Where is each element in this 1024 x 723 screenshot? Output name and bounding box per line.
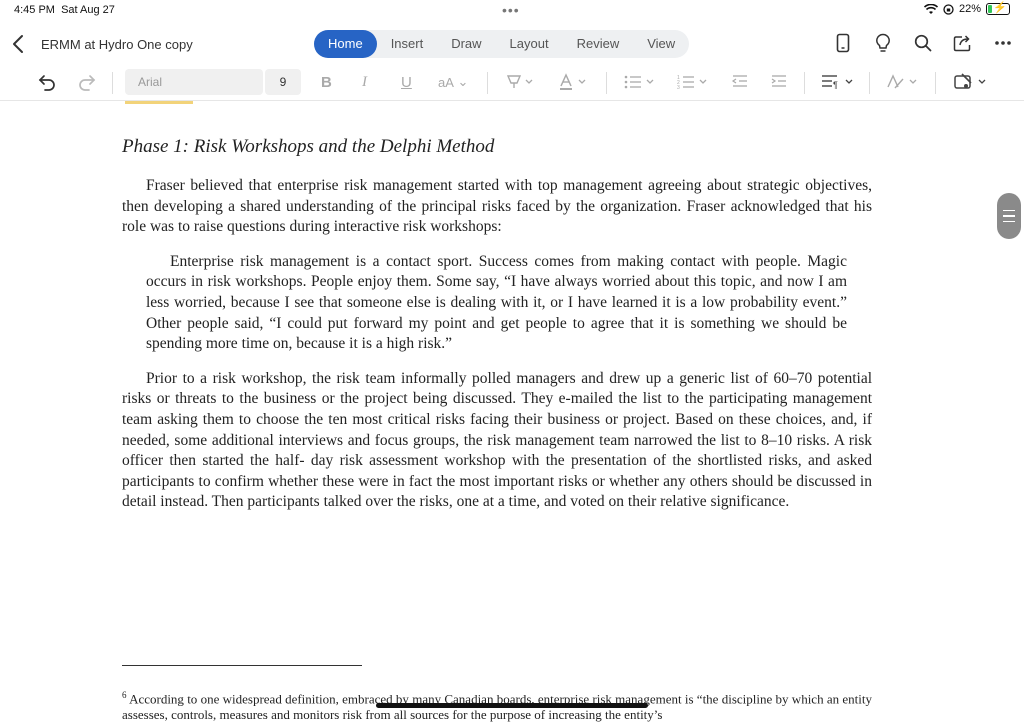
paragraph: Fraser believed that enterprise risk man… — [122, 177, 872, 236]
home-toolbar: Arial 9 B I U aA ⌄ 123 ¶ — [0, 66, 1024, 101]
wifi-icon — [923, 3, 938, 14]
toolbar-divider — [112, 72, 113, 94]
font-color-icon[interactable] — [558, 71, 588, 93]
numbering-icon[interactable]: 123 — [677, 71, 709, 93]
battery-icon: ⚡ — [986, 2, 1010, 15]
orientation-lock-icon — [943, 3, 954, 15]
italic-button[interactable]: I — [362, 71, 367, 93]
format-painter-icon[interactable] — [953, 71, 989, 93]
bullets-icon[interactable] — [624, 71, 656, 93]
underline-button[interactable]: U — [401, 71, 412, 93]
more-icon[interactable] — [992, 32, 1014, 54]
font-field-indicator — [125, 101, 193, 104]
status-bar: 4:45 PM Sat Aug 27 ••• 22% ⚡ — [0, 0, 1024, 22]
tab-view[interactable]: View — [633, 30, 689, 58]
tab-insert[interactable]: Insert — [377, 30, 438, 58]
share-icon[interactable] — [952, 32, 974, 54]
svg-text:¶: ¶ — [833, 80, 838, 90]
toolbar-divider — [869, 72, 870, 94]
ribbon-header: ERMM at Hydro One copy Home Insert Draw … — [0, 26, 1024, 64]
home-indicator[interactable] — [376, 703, 648, 708]
toolbar-divider — [804, 72, 805, 94]
tab-layout[interactable]: Layout — [496, 30, 563, 58]
font-size-field[interactable]: 9 — [265, 69, 301, 95]
toolbar-divider — [606, 72, 607, 94]
scroll-thumb[interactable] — [997, 193, 1021, 239]
header-actions — [832, 32, 1014, 54]
lightbulb-icon[interactable] — [872, 32, 894, 54]
document-title[interactable]: ERMM at Hydro One copy — [41, 37, 193, 52]
footnote-number: 6 — [122, 690, 127, 700]
status-time: 4:45 PM Sat Aug 27 — [14, 4, 115, 16]
tab-home[interactable]: Home — [314, 30, 377, 58]
svg-text:3: 3 — [677, 85, 680, 91]
status-indicators: 22% ⚡ — [923, 2, 1010, 15]
tab-review[interactable]: Review — [563, 30, 634, 58]
section-heading: Phase 1: Risk Workshops and the Delphi M… — [122, 136, 495, 157]
ribbon-tabs: Home Insert Draw Layout Review View — [314, 30, 690, 58]
toolbar-divider — [935, 72, 936, 94]
font-name-field[interactable]: Arial — [125, 69, 263, 95]
redo-icon[interactable] — [77, 71, 97, 93]
back-chevron-icon[interactable] — [10, 34, 26, 54]
highlight-icon[interactable] — [505, 71, 535, 93]
increase-indent-icon[interactable] — [770, 71, 788, 93]
decrease-indent-icon[interactable] — [731, 71, 749, 93]
undo-icon[interactable] — [37, 71, 57, 93]
paragraph: Prior to a risk workshop, the risk team … — [122, 369, 872, 511]
bold-button[interactable]: B — [321, 71, 332, 93]
phone-view-icon[interactable] — [832, 32, 854, 54]
footnote-separator — [122, 665, 362, 666]
styles-icon[interactable] — [886, 71, 920, 93]
paragraph-format-icon[interactable]: ¶ — [821, 71, 855, 93]
text-size-button[interactable]: aA ⌄ — [438, 71, 468, 93]
search-icon[interactable] — [912, 32, 934, 54]
block-quote: Enterprise risk management is a contact … — [146, 252, 847, 353]
battery-percent: 22% — [958, 3, 981, 15]
multitasking-dots-icon[interactable]: ••• — [502, 2, 520, 18]
document-page[interactable]: Phase 1: Risk Workshops and the Delphi M… — [122, 136, 872, 527]
toolbar-divider — [487, 72, 488, 94]
tab-draw[interactable]: Draw — [437, 30, 495, 58]
